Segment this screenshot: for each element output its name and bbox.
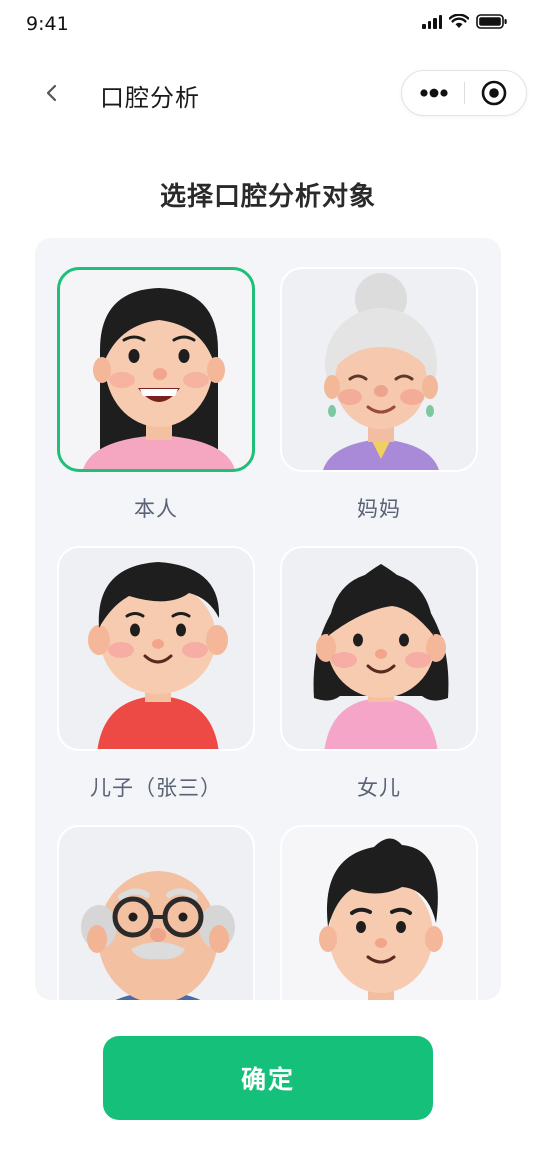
avatar-frame	[57, 546, 255, 751]
mini-program-capsule	[401, 70, 527, 116]
more-dots-icon	[420, 88, 448, 98]
boy-avatar	[88, 562, 228, 749]
avatar-frame	[57, 825, 255, 1000]
battery-icon	[476, 14, 507, 29]
confirm-button[interactable]: 确定	[103, 1036, 433, 1120]
page-title: 口腔分析	[100, 84, 200, 112]
member-panel[interactable]: 本人 妈妈 儿子（张三） 女儿	[35, 238, 501, 1000]
wifi-icon	[449, 14, 469, 28]
status-bar: 9:41	[0, 0, 536, 50]
member-label: 本人	[134, 497, 178, 521]
grandmother-avatar	[323, 273, 439, 470]
young-man-avatar	[319, 838, 443, 1000]
status-icons	[422, 14, 508, 29]
target-circle-icon	[481, 80, 507, 106]
more-button[interactable]	[402, 71, 464, 115]
avatar-frame	[57, 267, 255, 472]
select-target-heading: 选择口腔分析对象	[159, 182, 376, 212]
member-label: 儿子（张三）	[90, 776, 222, 800]
girl-avatar	[313, 564, 449, 749]
back-button[interactable]	[38, 78, 68, 108]
chevron-left-icon	[46, 84, 57, 102]
nav-bar: 口腔分析	[0, 62, 536, 126]
avatar-frame	[280, 825, 478, 1000]
status-time: 9:41	[26, 13, 69, 35]
member-grid: 本人 妈妈 儿子（张三） 女儿	[35, 238, 501, 1000]
grandfather-avatar	[81, 871, 235, 1000]
avatar-frame	[280, 546, 478, 751]
avatar-frame	[280, 267, 478, 472]
cellular-signal-icon	[422, 14, 442, 29]
member-label: 女儿	[357, 776, 401, 800]
young-woman-avatar	[83, 288, 235, 469]
member-label: 妈妈	[357, 497, 401, 521]
close-miniprogram-button[interactable]	[464, 71, 526, 115]
